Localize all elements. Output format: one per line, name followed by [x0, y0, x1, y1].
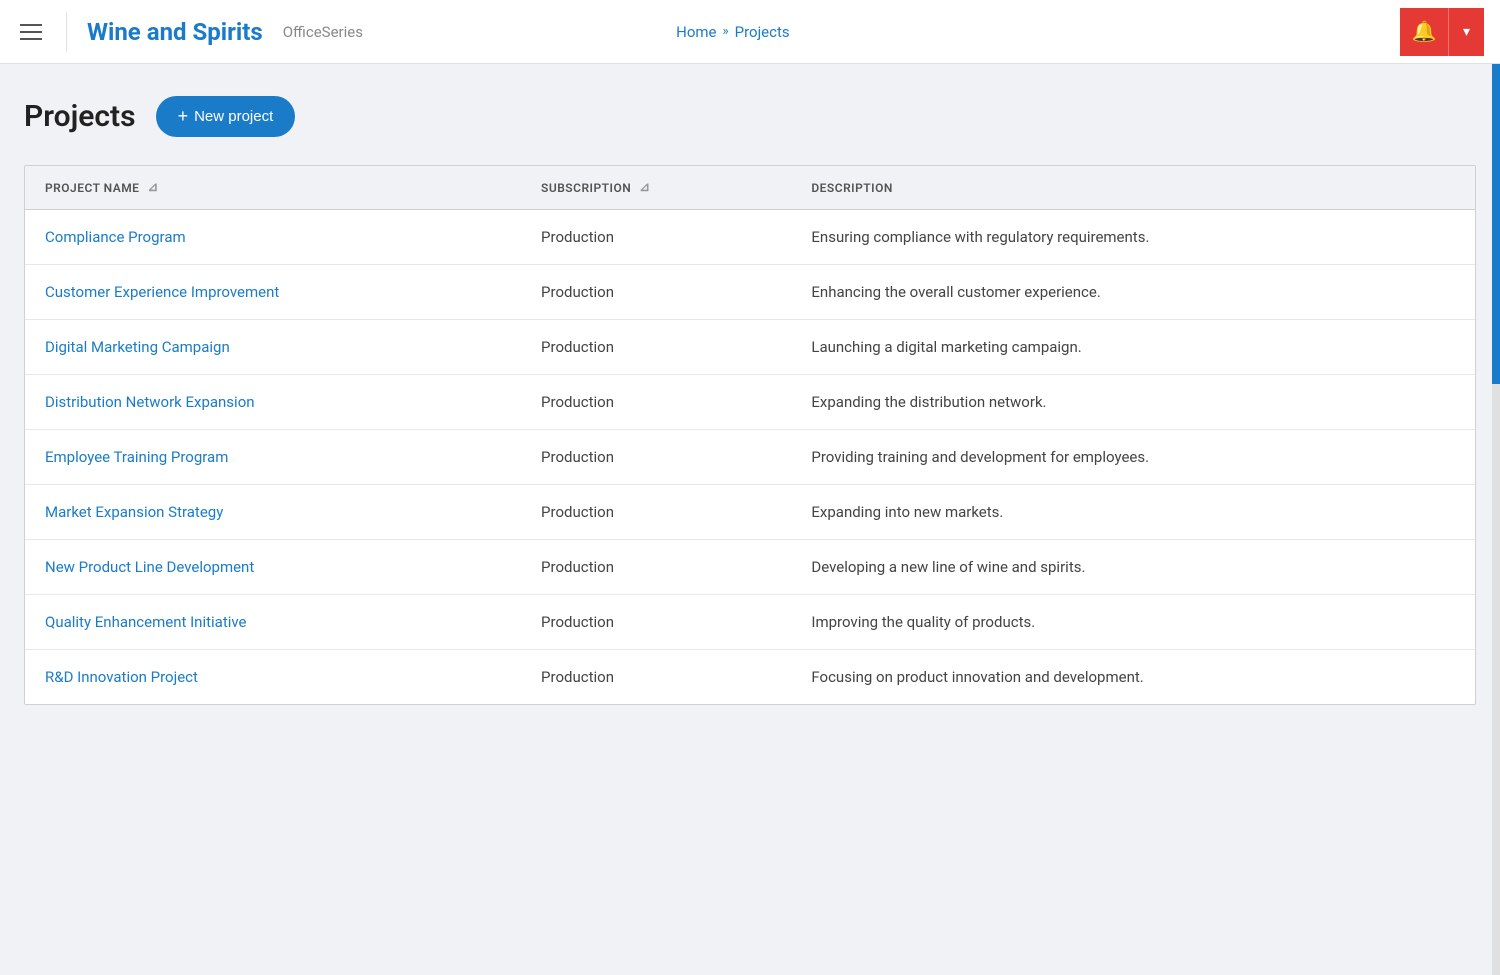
description-cell: Developing a new line of wine and spirit… — [791, 540, 1475, 595]
description-cell: Launching a digital marketing campaign. — [791, 320, 1475, 375]
table-row: Compliance Program ProductionEnsuring com… — [25, 210, 1475, 265]
subscription-cell: Production — [521, 265, 791, 320]
project-link[interactable]: Quality Enhancement Initiative — [45, 613, 247, 631]
table-row: Quality Enhancement Initiative Production… — [25, 595, 1475, 650]
subscription-cell: Production — [521, 540, 791, 595]
description-cell: Expanding into new markets. — [791, 485, 1475, 540]
description-cell: Ensuring compliance with regulatory requ… — [791, 210, 1475, 265]
project-name-cell: Employee Training Program — [25, 430, 521, 485]
col-description: DESCRIPTION — [791, 166, 1475, 210]
scroll-thumb[interactable] — [1492, 64, 1500, 384]
subscription-cell: Production — [521, 375, 791, 430]
project-link[interactable]: Employee Training Program — [45, 448, 228, 466]
table-body: Compliance ProgramProductionEnsuring com… — [25, 210, 1475, 705]
subscription-cell: Production — [521, 650, 791, 705]
page-title: Projects — [24, 99, 136, 134]
chevron-down-icon: ▾ — [1463, 23, 1470, 40]
project-name-cell: New Product Line Development — [25, 540, 521, 595]
hamburger-menu[interactable] — [16, 20, 46, 44]
page-header: Projects + New project — [24, 96, 1476, 137]
page-area: Projects + New project PROJECT NAME ⊿ — [24, 96, 1476, 705]
project-link[interactable]: Market Expansion Strategy — [45, 503, 223, 521]
project-name-cell: Quality Enhancement Initiative — [25, 595, 521, 650]
project-link[interactable]: Customer Experience Improvement — [45, 283, 279, 301]
bell-icon: 🔔 — [1412, 19, 1437, 44]
app-subtitle: OfficeSeries — [283, 23, 363, 41]
subscription-cell: Production — [521, 320, 791, 375]
project-name-cell: Customer Experience Improvement — [25, 265, 521, 320]
project-link[interactable]: New Product Line Development — [45, 558, 254, 576]
projects-table: PROJECT NAME ⊿ SUBSCRIPTION ⊿ — [25, 166, 1475, 704]
subscription-cell: Production — [521, 485, 791, 540]
subscription-cell: Production — [521, 595, 791, 650]
breadcrumb-separator: » — [723, 24, 729, 39]
scrollbar[interactable] — [1492, 64, 1500, 975]
col-subscription: SUBSCRIPTION ⊿ — [521, 166, 791, 210]
col-project-name: PROJECT NAME ⊿ — [25, 166, 521, 210]
new-project-label: New project — [194, 108, 273, 125]
table-row: R&D Innovation Project ProductionFocusing… — [25, 650, 1475, 705]
project-name-cell: Market Expansion Strategy — [25, 485, 521, 540]
filter-icon-name[interactable]: ⊿ — [147, 180, 158, 195]
new-project-button[interactable]: + New project — [156, 96, 296, 137]
project-link[interactable]: Digital Marketing Campaign — [45, 338, 230, 356]
table-header: PROJECT NAME ⊿ SUBSCRIPTION ⊿ — [25, 166, 1475, 210]
table-row: Customer Experience Improvement Productio… — [25, 265, 1475, 320]
table-row: New Product Line Development ProductionDe… — [25, 540, 1475, 595]
subscription-cell: Production — [521, 430, 791, 485]
main-content: Projects + New project PROJECT NAME ⊿ — [0, 64, 1500, 737]
project-link[interactable]: Compliance Program — [45, 228, 186, 246]
project-link[interactable]: R&D Innovation Project — [45, 668, 198, 686]
breadcrumb-home[interactable]: Home — [676, 23, 716, 41]
table-row: Employee Training Program ProductionProvi… — [25, 430, 1475, 485]
table-row: Distribution Network Expansion Production… — [25, 375, 1475, 430]
project-link[interactable]: Distribution Network Expansion — [45, 393, 255, 411]
header-actions: 🔔 ▾ — [1400, 8, 1484, 56]
breadcrumb: Home » Projects — [676, 23, 789, 41]
project-name-cell: Compliance Program — [25, 210, 521, 265]
description-cell: Providing training and development for e… — [791, 430, 1475, 485]
bell-button[interactable]: 🔔 — [1400, 8, 1448, 56]
header-divider — [66, 12, 67, 52]
header-dropdown-button[interactable]: ▾ — [1448, 8, 1484, 56]
description-cell: Enhancing the overall customer experienc… — [791, 265, 1475, 320]
plus-icon: + — [178, 106, 189, 127]
project-name-cell: Distribution Network Expansion — [25, 375, 521, 430]
table-row: Digital Marketing Campaign ProductionLaun… — [25, 320, 1475, 375]
description-cell: Improving the quality of products. — [791, 595, 1475, 650]
header: Wine and Spirits OfficeSeries Home » Pro… — [0, 0, 1500, 64]
description-cell: Expanding the distribution network. — [791, 375, 1475, 430]
project-name-cell: R&D Innovation Project — [25, 650, 521, 705]
project-name-cell: Digital Marketing Campaign — [25, 320, 521, 375]
subscription-cell: Production — [521, 210, 791, 265]
app-title: Wine and Spirits — [87, 18, 263, 46]
projects-table-container: PROJECT NAME ⊿ SUBSCRIPTION ⊿ — [24, 165, 1476, 705]
filter-icon-subscription[interactable]: ⊿ — [639, 180, 650, 195]
table-row: Market Expansion Strategy ProductionExpan… — [25, 485, 1475, 540]
description-cell: Focusing on product innovation and devel… — [791, 650, 1475, 705]
breadcrumb-current[interactable]: Projects — [735, 23, 790, 41]
